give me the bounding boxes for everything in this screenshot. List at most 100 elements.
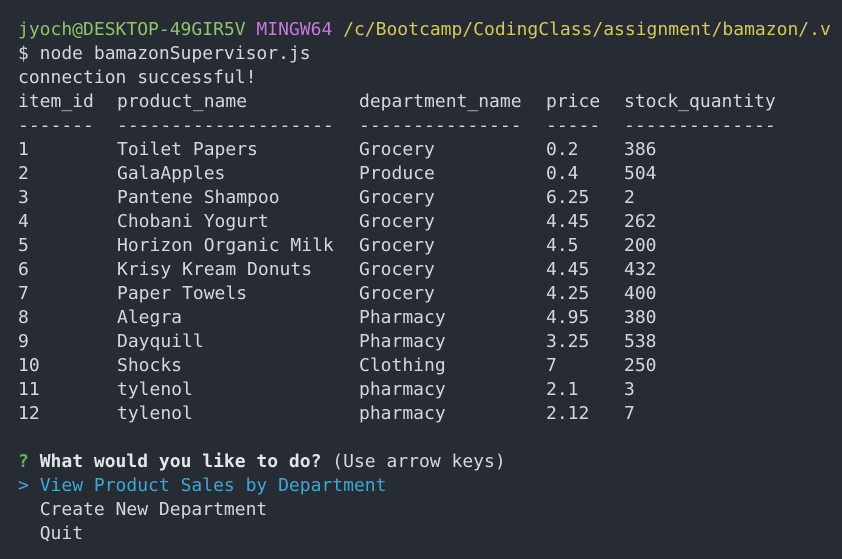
cell-department-name: Grocery xyxy=(359,139,435,160)
cell-department-name: Produce xyxy=(359,163,435,184)
header-product-name: product_name xyxy=(117,91,248,112)
separator: --------------- xyxy=(359,115,522,136)
cell-product-name: tylenol xyxy=(117,379,193,400)
cell-department-name: Grocery xyxy=(359,211,435,232)
cell-stock-quantity: 504 xyxy=(624,163,657,184)
cell-price: 2.12 xyxy=(546,403,590,424)
cell-department-name: pharmacy xyxy=(359,379,446,400)
cell-department-name: Pharmacy xyxy=(359,307,446,328)
cell-product-name: Horizon Organic Milk xyxy=(117,235,334,256)
cell-stock-quantity: 3 xyxy=(624,379,635,400)
cell-price: 2.1 xyxy=(546,379,579,400)
header-stock-quantity: stock_quantity xyxy=(624,91,776,112)
separator: ----- xyxy=(546,115,601,136)
cell-item-id: 7 xyxy=(18,283,29,304)
cell-stock-quantity: 250 xyxy=(624,355,657,376)
cell-stock-quantity: 386 xyxy=(624,139,657,160)
cell-product-name: Chobani Yogurt xyxy=(117,211,269,232)
header-item-id: item_id xyxy=(18,91,94,112)
cell-stock-quantity: 200 xyxy=(624,235,657,256)
table-separator-row: ------- -------------------- -----------… xyxy=(18,114,842,138)
question-text: What would you like to do? xyxy=(39,451,322,472)
prompt-user-host: jyoch@DESKTOP-49GIR5V xyxy=(18,19,246,40)
cell-stock-quantity: 7 xyxy=(624,403,635,424)
status-message: connection successful! xyxy=(18,67,257,88)
cell-department-name: Pharmacy xyxy=(359,331,446,352)
cell-item-id: 11 xyxy=(18,379,40,400)
table-row: 1 Toilet Papers Grocery 0.2 386 xyxy=(18,138,842,162)
table-row: 11 tylenol pharmacy 2.1 3 xyxy=(18,378,842,402)
cell-stock-quantity: 2 xyxy=(624,187,635,208)
table-row: 12 tylenol pharmacy 2.12 7 xyxy=(18,402,842,426)
prompt-question: ? What would you like to do? (Use arrow … xyxy=(18,450,842,474)
cell-item-id: 5 xyxy=(18,235,29,256)
cell-item-id: 3 xyxy=(18,187,29,208)
cell-price: 3.25 xyxy=(546,331,590,352)
cell-price: 4.5 xyxy=(546,235,579,256)
cell-department-name: Grocery xyxy=(359,283,435,304)
table-header-row: item_id product_name department_name pri… xyxy=(18,90,842,114)
cell-price: 4.25 xyxy=(546,283,590,304)
cell-item-id: 12 xyxy=(18,403,40,424)
table-row: 10 Shocks Clothing 7 250 xyxy=(18,354,842,378)
cell-price: 4.95 xyxy=(546,307,590,328)
cell-department-name: Clothing xyxy=(359,355,446,376)
cell-product-name: Paper Towels xyxy=(117,283,248,304)
cell-product-name: Krisy Kream Donuts xyxy=(117,259,313,280)
cell-stock-quantity: 262 xyxy=(624,211,657,232)
question-hint: (Use arrow keys) xyxy=(332,451,506,472)
cell-department-name: pharmacy xyxy=(359,403,446,424)
cell-department-name: Grocery xyxy=(359,259,435,280)
header-department-name: department_name xyxy=(359,91,522,112)
cell-product-name: Dayquill xyxy=(117,331,204,352)
terminal-window[interactable]: jyoch@DESKTOP-49GIR5V MINGW64 /c/Bootcam… xyxy=(0,0,842,559)
table-row: 3 Pantene Shampoo Grocery 6.25 2 xyxy=(18,186,842,210)
table-row: 5 Horizon Organic Milk Grocery 4.5 200 xyxy=(18,234,842,258)
cell-department-name: Grocery xyxy=(359,187,435,208)
menu-choice-view-product-sales[interactable]: > View Product Sales by Department xyxy=(18,474,842,498)
table-row: 7 Paper Towels Grocery 4.25 400 xyxy=(18,282,842,306)
cell-product-name: GalaApples xyxy=(117,163,226,184)
cell-product-name: tylenol xyxy=(117,403,193,424)
prompt-path: /c/Bootcamp/CodingClass/assignment/bamaz… xyxy=(343,19,831,40)
menu-choice-label: View Product Sales by Department xyxy=(39,475,387,496)
cell-product-name: Alegra xyxy=(117,307,183,328)
table-row: 4 Chobani Yogurt Grocery 4.45 262 xyxy=(18,210,842,234)
separator: -------------------- xyxy=(117,115,334,136)
cell-stock-quantity: 432 xyxy=(624,259,657,280)
table-row: 8 Alegra Pharmacy 4.95 380 xyxy=(18,306,842,330)
table-row: 2 GalaApples Produce 0.4 504 xyxy=(18,162,842,186)
menu-choice-create-department[interactable]: Create New Department xyxy=(18,498,842,522)
separator: ------- xyxy=(18,115,94,136)
cell-price: 6.25 xyxy=(546,187,590,208)
cell-price: 0.4 xyxy=(546,163,579,184)
prompt-system: MINGW64 xyxy=(256,19,333,40)
cell-price: 7 xyxy=(546,355,557,376)
cell-item-id: 8 xyxy=(18,307,29,328)
cell-price: 4.45 xyxy=(546,211,590,232)
table-row: 9 Dayquill Pharmacy 3.25 538 xyxy=(18,330,842,354)
cell-item-id: 4 xyxy=(18,211,29,232)
cell-item-id: 2 xyxy=(18,163,29,184)
header-price: price xyxy=(546,91,601,112)
cell-department-name: Grocery xyxy=(359,235,435,256)
cell-item-id: 1 xyxy=(18,139,29,160)
shell-prompt-line: jyoch@DESKTOP-49GIR5V MINGW64 /c/Bootcam… xyxy=(18,18,842,42)
table-row: 6 Krisy Kream Donuts Grocery 4.45 432 xyxy=(18,258,842,282)
cell-item-id: 9 xyxy=(18,331,29,352)
cell-product-name: Shocks xyxy=(117,355,183,376)
separator: -------------- xyxy=(624,115,776,136)
cell-price: 4.45 xyxy=(546,259,590,280)
cell-product-name: Pantene Shampoo xyxy=(117,187,280,208)
menu-choice-quit[interactable]: Quit xyxy=(18,522,842,546)
cell-product-name: Toilet Papers xyxy=(117,139,258,160)
command-line: $ node bamazonSupervisor.js xyxy=(18,43,311,64)
cell-item-id: 10 xyxy=(18,355,40,376)
menu-choice-label: Create New Department xyxy=(39,499,268,520)
cell-price: 0.2 xyxy=(546,139,579,160)
cell-stock-quantity: 380 xyxy=(624,307,657,328)
cell-stock-quantity: 538 xyxy=(624,331,657,352)
cell-item-id: 6 xyxy=(18,259,29,280)
cell-stock-quantity: 400 xyxy=(624,283,657,304)
